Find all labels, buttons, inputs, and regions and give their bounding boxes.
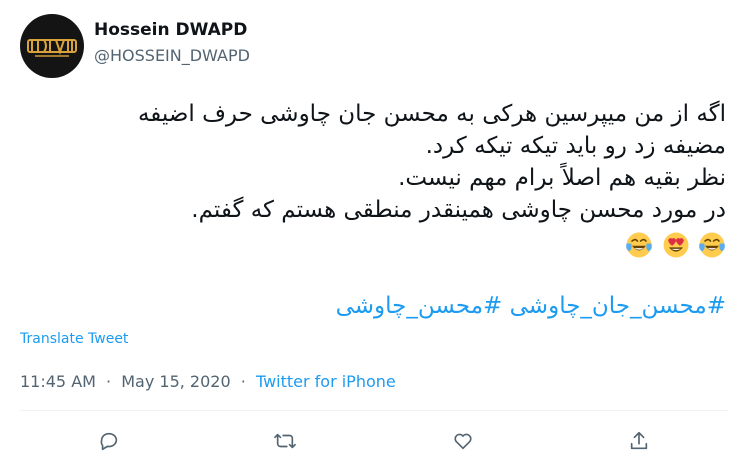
tweet-text-line: اگه از من میپرسین هرکی به محسن جان چاوشی… (137, 101, 726, 127)
face-with-tears-of-joy-icon (626, 232, 653, 257)
tweet-time[interactable]: 11:45 AM (20, 372, 96, 391)
tweet-text-line: در مورد محسن چاوشی همینقدر منطقی هستم که… (191, 197, 726, 223)
share-button[interactable] (624, 426, 654, 456)
retweet-button[interactable] (270, 426, 300, 456)
retweet-icon (274, 433, 296, 449)
avatar[interactable] (20, 14, 84, 78)
face-with-tears-of-joy-icon (699, 232, 725, 257)
tweet-card: Hossein DWAPD @HOSSEIN_DWAPD اگه از من م… (0, 0, 748, 472)
heart-icon (454, 433, 472, 450)
user-handle[interactable]: @HOSSEIN_DWAPD (94, 46, 250, 65)
hashtags: #محسن_جان_چاوشی #محسن_چاوشی (26, 290, 726, 322)
hashtag-link[interactable]: #محسن_چاوشی (336, 293, 503, 319)
share-icon (630, 431, 648, 450)
translate-tweet-link[interactable]: Translate Tweet (20, 331, 128, 347)
tweet-source-link[interactable]: Twitter for iPhone (256, 372, 396, 391)
smiling-face-with-heart-eyes-icon (663, 232, 689, 257)
action-bar (0, 426, 748, 456)
meta-separator: · (240, 372, 246, 391)
emoji-line (26, 228, 726, 262)
hashtag-link[interactable]: #محسن_جان_چاوشی (510, 293, 726, 319)
avatar-logo-icon (27, 39, 77, 57)
reply-button[interactable] (94, 426, 124, 456)
tweet-text-line: مضیفه زد رو باید تیکه تیکه کرد. (425, 133, 726, 159)
tweet-meta: 11:45 AM · May 15, 2020 · Twitter for iP… (20, 372, 396, 391)
tweet-date[interactable]: May 15, 2020 (121, 372, 230, 391)
tweet-text: اگه از من میپرسین هرکی به محسن جان چاوشی… (26, 98, 726, 262)
tweet-text-line: نظر بقیه هم اصلاً برام مهم نیست. (398, 165, 726, 191)
like-button[interactable] (448, 426, 478, 456)
display-name[interactable]: Hossein DWAPD (94, 20, 247, 40)
meta-separator: · (106, 372, 112, 391)
divider (20, 410, 728, 411)
reply-icon (100, 432, 118, 451)
